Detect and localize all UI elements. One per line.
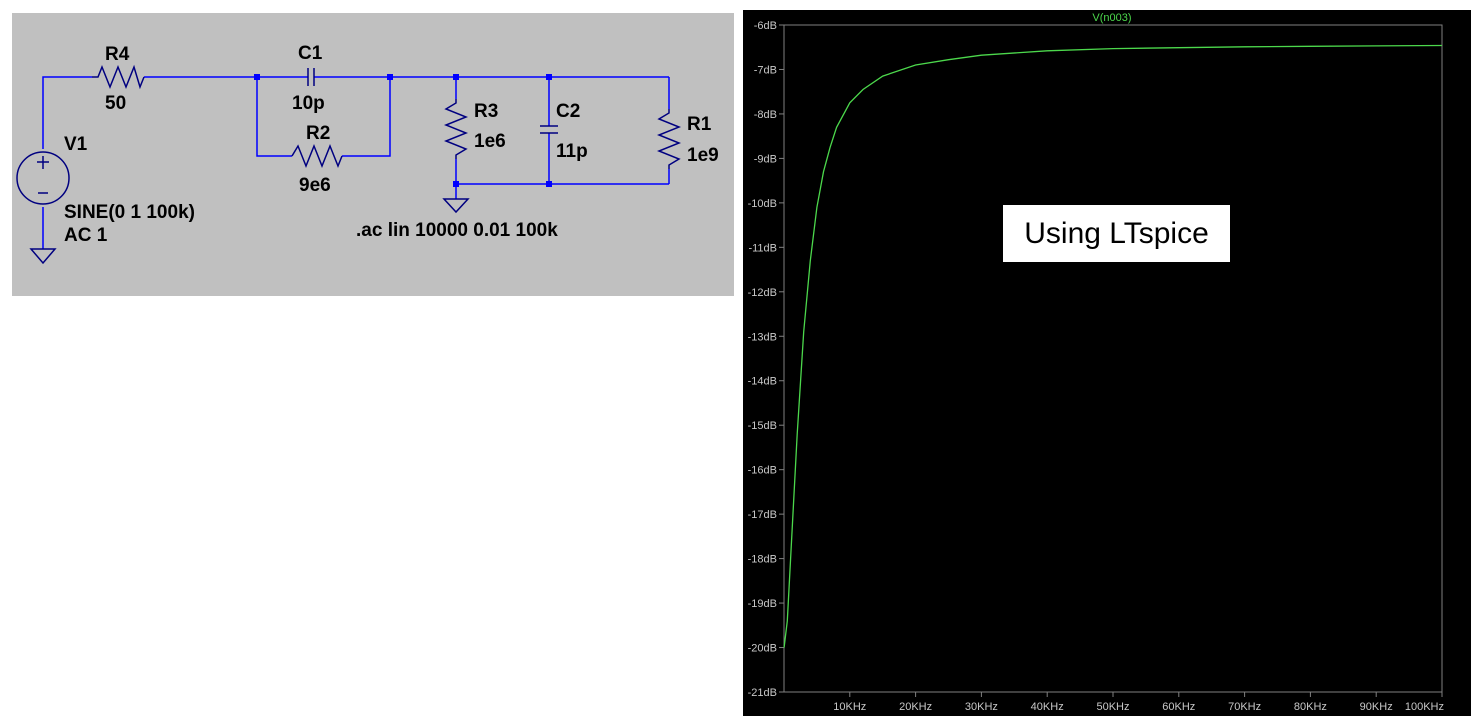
overlay-caption: Using LTspice [1003,205,1230,262]
overlay-caption-text: Using LTspice [1024,216,1209,250]
v1-ac-value: AC 1 [64,225,108,246]
r4-value: 50 [105,93,126,114]
x-tick-label: 90KHz [1360,701,1393,713]
y-tick-label: -15dB [748,420,777,432]
x-tick-label: 60KHz [1162,701,1195,713]
c2-value: 11p [556,141,588,162]
y-tick-label: -14dB [748,376,777,388]
r1-symbol [656,109,682,169]
plot-frame [783,24,1443,693]
schematic-diagram: R4 50 C1 10p R2 9e6 R3 1e6 C2 11p R1 1e9… [16,43,719,265]
y-tick-label: -16dB [748,465,777,477]
c2-name: C2 [556,101,580,122]
x-tick-label: 10KHz [833,701,866,713]
x-tick-label: 20KHz [899,701,932,713]
trace-title[interactable]: V(n003) [1092,12,1131,24]
schematic-panel: R4 50 C1 10p R2 9e6 R3 1e6 C2 11p R1 1e9… [12,13,734,296]
x-axis: 10KHz 20KHz 30KHz 40KHz 50KHz 60KHz 70KHz 80KHz… [833,692,1444,713]
r4-name: R4 [105,44,130,65]
r3-name: R3 [474,101,498,122]
y-tick-label: -12dB [748,287,777,299]
r2-symbol [291,143,343,169]
x-tick-label: 30KHz [965,701,998,713]
y-tick-label: -20dB [748,643,777,655]
r1-name: R1 [687,114,712,135]
y-tick-label: -13dB [748,331,777,343]
ground-symbol-r3 [442,198,470,214]
plot-panel[interactable]: V(n003) -6dB -7dB -8dB -9dB -10dB -11dB -12dB -… [743,10,1471,716]
y-tick-label: -9dB [754,153,777,165]
y-tick-label: -10dB [748,198,777,210]
y-tick-label: -8dB [754,109,777,121]
y-tick-label: -21dB [748,687,777,699]
v1-value: SINE(0 1 100k) [64,202,195,223]
y-tick-label: -7dB [754,64,777,76]
junction-dots [254,74,552,187]
r4-symbol [92,64,145,90]
r2-value: 9e6 [299,175,331,196]
x-tick-label: 50KHz [1096,701,1129,713]
y-tick-label: -17dB [748,509,777,521]
c1-name: C1 [298,43,323,64]
x-tick-label: 100KHz [1405,701,1444,713]
r1-value: 1e9 [687,145,719,166]
trace-line-v-n003[interactable] [783,44,1443,648]
y-tick-label: -19dB [748,598,777,610]
x-tick-label: 40KHz [1031,701,1064,713]
plot-area[interactable]: V(n003) -6dB-7dB-8dB-9dB-10dB-11dB-12dB-… [743,10,1471,716]
x-tick-label: 70KHz [1228,701,1261,713]
r3-symbol [443,99,469,159]
x-tick-label: 80KHz [1294,701,1327,713]
r2-name: R2 [306,123,330,144]
v1-name: V1 [64,134,88,155]
r3-value: 1e6 [474,131,506,152]
y-tick-label: -6dB [754,20,777,32]
c1-value: 10p [292,93,325,114]
y-tick-label: -11dB [748,242,777,254]
y-axis: -6dB -7dB -8dB -9dB -10dB -11dB -12dB -13dB -14d… [748,20,784,699]
ground-symbol-v1 [29,248,57,265]
ac-directive: .ac lin 10000 0.01 100k [356,220,558,241]
y-tick-label: -18dB [748,554,777,566]
